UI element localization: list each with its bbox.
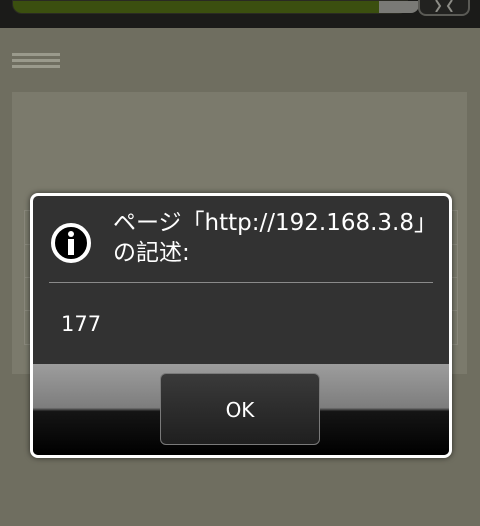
dialog-message: 177 (61, 312, 102, 336)
menu-icon[interactable] (12, 53, 60, 69)
dialog-header: ページ「http://192.168.3.8」の記述: (33, 196, 449, 282)
ok-button[interactable]: OK (160, 373, 320, 445)
dialog-divider (49, 282, 433, 283)
browser-top-bar (0, 0, 480, 28)
info-icon (51, 223, 91, 263)
url-bar[interactable] (12, 0, 419, 14)
url-bar-button[interactable] (379, 1, 419, 13)
dialog-button-bar: OK (33, 364, 449, 455)
dialog-title: ページ「http://192.168.3.8」の記述: (113, 210, 426, 266)
tabs-button[interactable] (418, 0, 470, 16)
expand-icon (435, 0, 453, 12)
alert-dialog: ページ「http://192.168.3.8」の記述: 177 OK (30, 193, 452, 458)
